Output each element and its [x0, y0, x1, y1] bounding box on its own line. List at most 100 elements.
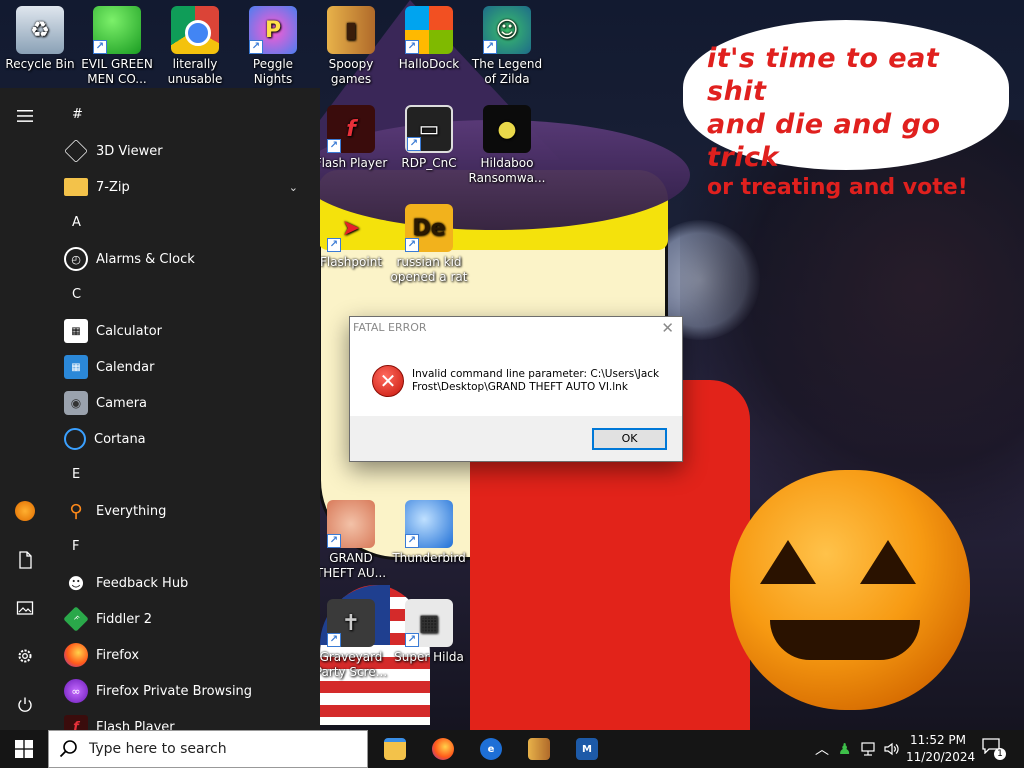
desktop-icon-hildaboo[interactable]: ● Hildaboo Ransomwa...	[467, 101, 547, 186]
desktop-icon-label: Recycle Bin	[5, 57, 75, 71]
app-item-firefox-private[interactable]: ∞ Firefox Private Browsing	[50, 673, 320, 709]
hamburger-menu-button[interactable]	[0, 96, 50, 136]
dialog-footer: OK	[350, 416, 682, 461]
firefox-icon	[64, 643, 88, 667]
cube-icon	[64, 139, 88, 163]
desktop-icon-rdp-cnc[interactable]: ▭ ↗ RDP_CnC	[389, 101, 469, 171]
letter-header[interactable]: C	[50, 277, 320, 313]
cortana-icon	[64, 428, 86, 450]
desktop-icon-label: russian kid opened a rat	[390, 255, 468, 284]
desktop-icon-label: EVIL GREEN MEN CO...	[81, 57, 153, 86]
desktop-icon-flash-player[interactable]: f ↗ Flash Player	[311, 101, 391, 171]
app-item-flash-player[interactable]: f Flash Player	[50, 709, 320, 730]
rdp-icon: ▭ ↗	[405, 105, 453, 153]
desktop-icon-label: Flash Player	[314, 156, 388, 170]
m-app-icon: M	[576, 738, 598, 760]
tray-volume-button[interactable]	[884, 730, 900, 768]
start-button[interactable]	[0, 730, 48, 768]
close-icon[interactable]: ✕	[661, 319, 674, 337]
app-item-calendar[interactable]: ▦ Calendar	[50, 349, 320, 385]
taskbar-firefox[interactable]	[423, 734, 463, 764]
thunderbird-icon: ↗	[405, 500, 453, 548]
taskbar-app-spoopy[interactable]	[519, 734, 559, 764]
search-placeholder: Type here to search	[89, 741, 227, 757]
shortcut-arrow-icon: ↗	[327, 139, 341, 153]
desktop-icon-peggle[interactable]: P↗ Peggle Nights Deluxe	[233, 2, 313, 102]
documents-button[interactable]	[0, 540, 50, 580]
app-label: Calendar	[96, 359, 155, 375]
ok-button[interactable]: OK	[592, 428, 667, 450]
tray-user-icon-button[interactable]: ♟	[838, 730, 851, 768]
power-button[interactable]	[0, 685, 50, 725]
app-item-alarms-clock[interactable]: ◴ Alarms & Clock	[50, 241, 320, 277]
letter-header[interactable]: #	[50, 97, 320, 133]
app-item-feedback-hub[interactable]: ☻ Feedback Hub	[50, 565, 320, 601]
taskbar-app-ie[interactable]: e	[471, 734, 511, 764]
power-icon	[18, 697, 32, 712]
action-center-button[interactable]: 1	[982, 738, 1006, 760]
desktop-icon-thunderbird[interactable]: ↗ Thunderbird	[389, 496, 469, 566]
app-item-cortana[interactable]: Cortana	[50, 421, 320, 457]
app-item-camera[interactable]: ◉ Camera	[50, 385, 320, 421]
shortcut-arrow-icon: ↗	[327, 633, 341, 647]
letter-header[interactable]: F	[50, 529, 320, 565]
speech-line-1: it's time to eat shit	[707, 43, 940, 107]
speech-bubble: it's time to eat shit and die and go tri…	[683, 20, 1009, 200]
desktop-icon-gta[interactable]: ↗ GRAND THEFT AU...	[311, 496, 391, 581]
taskbar-app-mail[interactable]: M	[567, 734, 607, 764]
app-label: Everything	[96, 503, 167, 519]
clock-time: 11:52 PM	[910, 733, 966, 747]
calculator-icon: ▦	[64, 319, 88, 343]
recycle-bin-icon: ♻	[16, 6, 64, 54]
desktop-icon-spoopy-games[interactable]: ▮ Spoopy games	[311, 2, 391, 87]
app-label: Feedback Hub	[96, 575, 189, 591]
app-item-everything[interactable]: ⚲ Everything	[50, 493, 320, 529]
camera-icon: ◉	[64, 391, 88, 415]
shortcut-arrow-icon: ↗	[405, 534, 419, 548]
app-item-3d-viewer[interactable]: 3D Viewer	[50, 133, 320, 169]
settings-button[interactable]	[0, 636, 50, 676]
fiddler-icon: F	[63, 606, 89, 632]
dialog-message: Invalid command line parameter: C:\Users…	[412, 368, 660, 393]
app-item-7-zip[interactable]: 7-Zip ⌄	[50, 169, 320, 205]
gear-icon	[18, 649, 32, 663]
app-item-calculator[interactable]: ▦ Calculator	[50, 313, 320, 349]
folder-icon	[64, 178, 88, 196]
pumpkin-mouth	[770, 620, 920, 660]
gta-icon: ↗	[327, 500, 375, 548]
app-item-fiddler[interactable]: F Fiddler 2	[50, 601, 320, 637]
letter-header[interactable]: E	[50, 457, 320, 493]
app-label: Calculator	[96, 323, 163, 339]
network-icon	[861, 742, 875, 756]
taskbar-clock[interactable]: 11:52 PM 11/20/2024	[906, 732, 976, 766]
taskbar-file-explorer[interactable]	[375, 734, 415, 764]
desktop-icon-super-hilda[interactable]: ▦ ↗ Super Hilda	[389, 595, 469, 665]
error-dialog: FATAL ERROR ✕ ✕ Invalid command line par…	[349, 316, 683, 462]
desktop-icon-graveyard[interactable]: ✝ ↗ Graveyard Party Scre...	[311, 595, 391, 680]
search-input[interactable]: Type here to search	[48, 730, 368, 768]
desktop-icon-hallodock[interactable]: ↗ HalloDock	[389, 2, 469, 72]
speech-line-3: or treating and vote!	[707, 175, 968, 200]
folder-icon	[384, 738, 406, 760]
desktop-icon-russian-kid[interactable]: De ↗ russian kid opened a rat	[389, 200, 469, 285]
peggle-icon: P ↗	[249, 6, 297, 54]
desktop-icon-legend-of-zilda[interactable]: ☺ ↗ The Legend of Zilda	[467, 2, 547, 87]
desktop-icon-literally-unusable[interactable]: literally unusable	[155, 2, 235, 87]
zilda-icon: ☺ ↗	[483, 6, 531, 54]
desktop-icon-recycle-bin[interactable]: ♻ Recycle Bin	[0, 2, 80, 72]
tray-network-button[interactable]	[861, 730, 877, 768]
user-account-button[interactable]	[0, 491, 50, 531]
clock-date: 11/20/2024	[906, 750, 976, 764]
desktop-icon-label: literally unusable	[167, 57, 223, 86]
shortcut-arrow-icon: ↗	[93, 40, 107, 54]
search-icon	[59, 740, 77, 758]
desktop-icon-evil-green-men[interactable]: ↗ EVIL GREEN MEN CO...	[77, 2, 157, 87]
desktop-icon-flashpoint[interactable]: ➤ ↗ Flashpoint	[311, 200, 391, 270]
app-label: Fiddler 2	[96, 611, 153, 627]
pictures-button[interactable]	[0, 588, 50, 628]
tray-overflow-button[interactable]: ︿	[815, 730, 829, 768]
letter-header[interactable]: A	[50, 205, 320, 241]
shortcut-arrow-icon: ↗	[405, 633, 419, 647]
app-item-firefox[interactable]: Firefox	[50, 637, 320, 673]
windows-logo-icon: ↗	[405, 6, 453, 54]
